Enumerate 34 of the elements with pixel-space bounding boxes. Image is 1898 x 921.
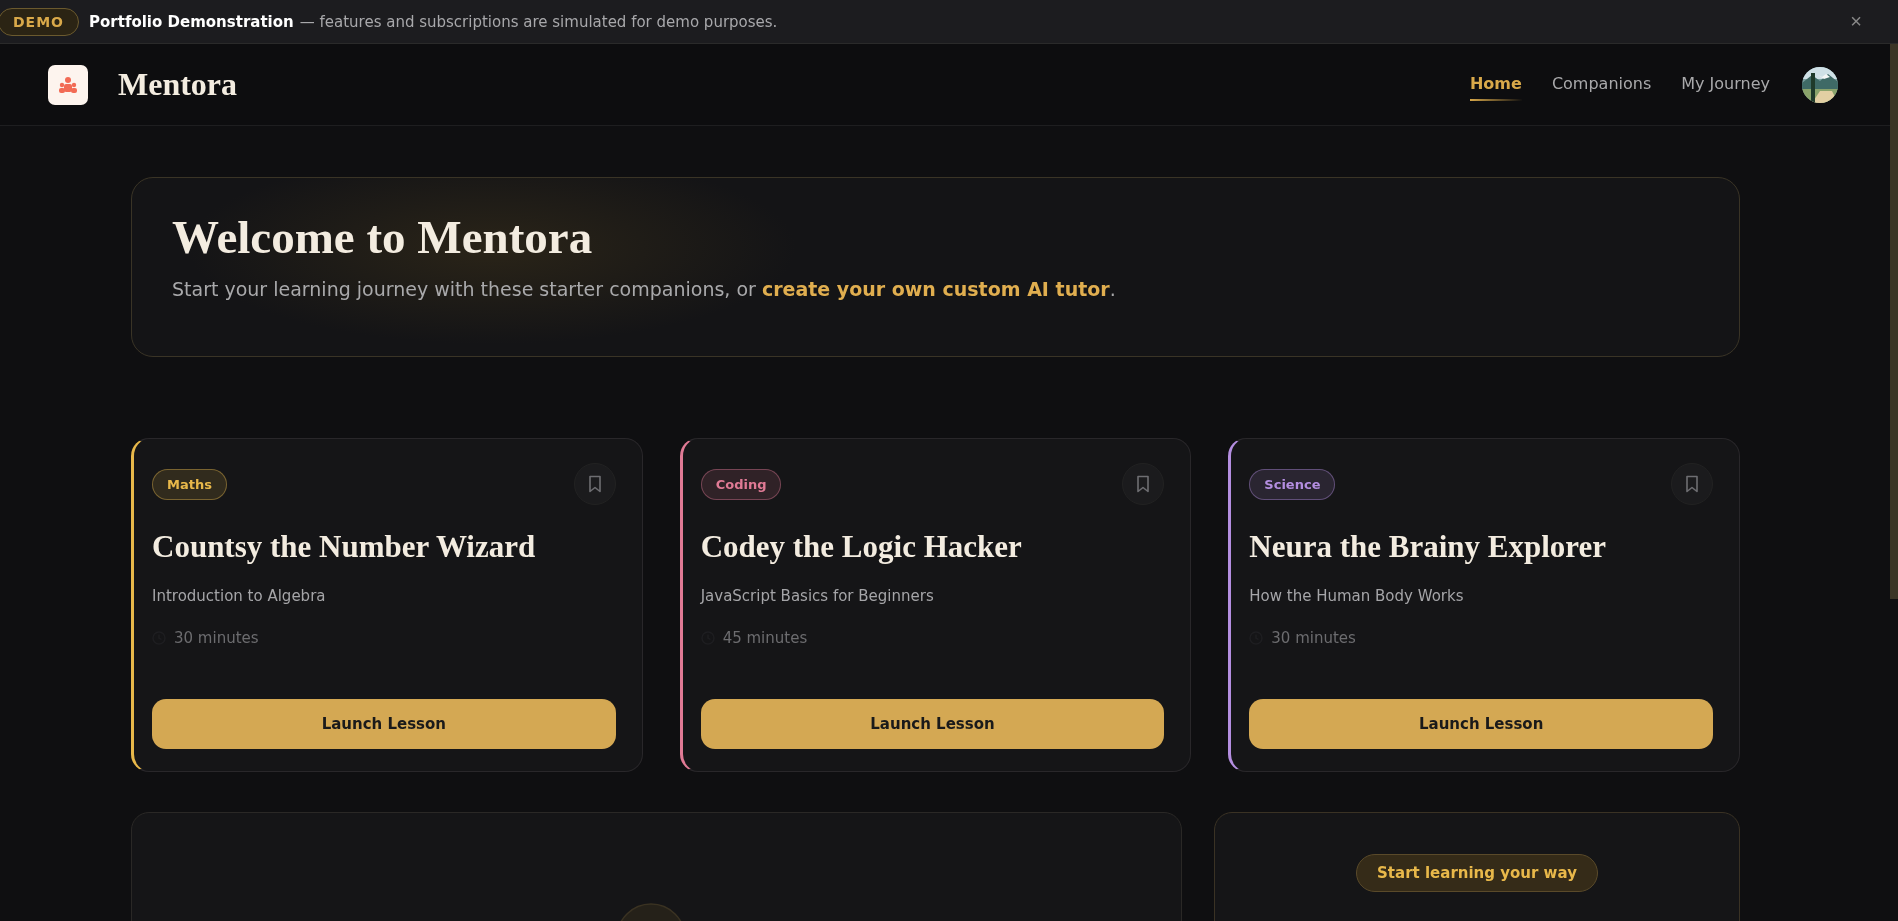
companion-name: Countsy the Number Wizard [152,529,537,565]
duration-text: 30 minutes [174,629,259,647]
subject-tag: Science [1249,468,1336,500]
bookmark-button[interactable] [1671,463,1713,505]
close-button[interactable]: × [1844,9,1868,34]
bookmark-icon [586,475,603,493]
scrollbar-thumb[interactable] [1890,44,1898,599]
bookmark-button[interactable] [573,463,616,505]
bookmark-button[interactable] [1122,463,1165,505]
companion-name: Codey the Logic Hacker [700,529,1023,565]
companion-name: Neura the Brainy Explorer [1249,529,1608,565]
logo-icon [48,64,88,105]
hero-title: Welcome to Mentora [172,210,594,264]
demo-badge: DEMO [0,7,80,36]
subject-tag: Maths [152,468,227,500]
promo-badge: Start learning your way [1356,854,1598,892]
duration-text: 30 minutes [1271,629,1356,647]
launch-button[interactable]: Launch Lesson [1249,699,1713,749]
nav-link[interactable]: My Journey [1681,68,1770,101]
banner-title: Portfolio Demonstration [89,12,294,31]
subject-tag: Coding [700,468,782,500]
nav-link[interactable]: Companions [1551,68,1652,101]
lesson-topic: Introduction to Algebra [152,587,327,605]
banner-text: — features and subscriptions are simulated for demo purposes. [299,12,778,31]
lesson-topic: JavaScript Basics for Beginners [700,587,935,605]
duration-text: 45 minutes [722,629,808,647]
bookmark-icon [1684,475,1700,493]
bookmark-icon [1135,475,1152,493]
hero-text: Start your learning journey with these starter companions, or create your own custom AI tutor. [172,278,1117,300]
launch-button[interactable]: Launch Lesson [152,699,616,749]
brand-name[interactable]: Mentora [118,66,238,103]
nav-link[interactable]: Home [1469,68,1522,101]
launch-button[interactable]: Launch Lesson [700,699,1165,749]
lesson-topic: How the Human Body Works [1249,587,1465,605]
